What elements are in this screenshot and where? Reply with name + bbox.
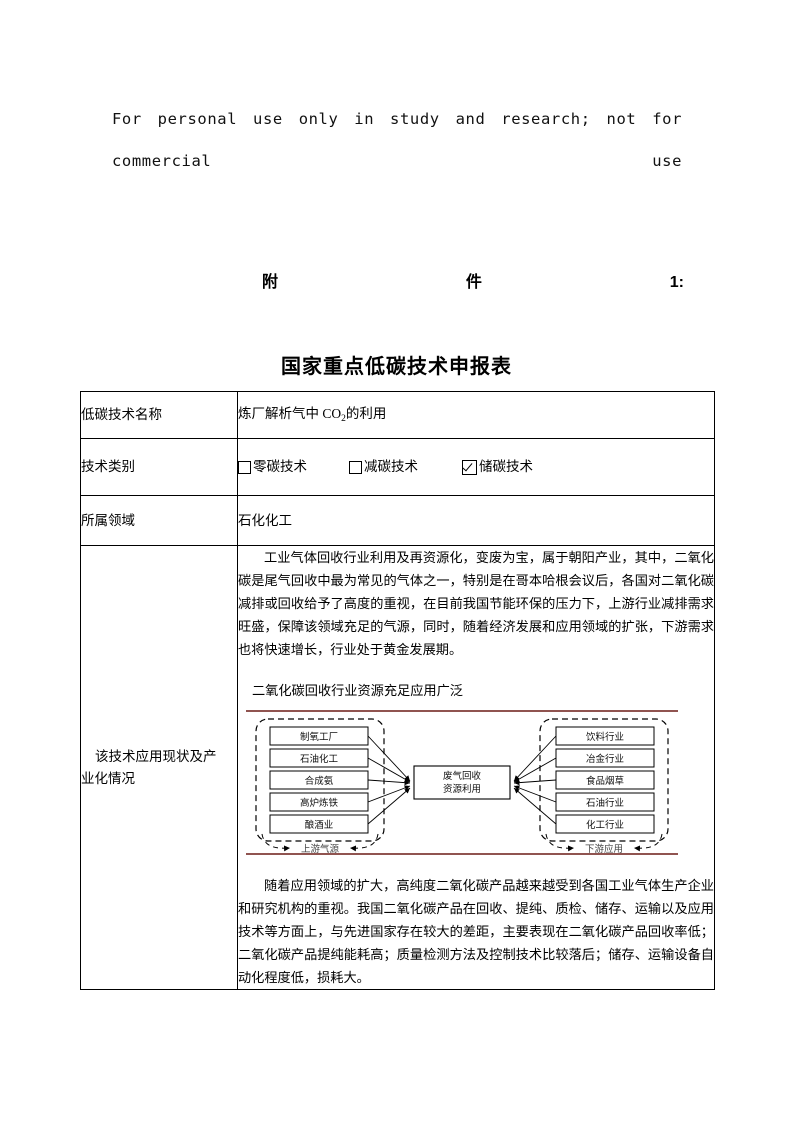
row-label-line-2: 业化情况 bbox=[81, 770, 135, 786]
attachment-label: 附件1: bbox=[262, 274, 684, 291]
usage-notice-line-2: commercial use bbox=[112, 152, 682, 170]
upstream-node-label: 高炉炼铁 bbox=[300, 797, 339, 809]
category-option-label: 零碳技术 bbox=[253, 459, 307, 474]
usage-notice-line-1: For personal use only in study and resea… bbox=[112, 110, 682, 128]
upstream-node-label: 酿酒业 bbox=[305, 819, 334, 831]
table-row: 技术类别 零碳技术 减碳技术 储碳技术 bbox=[80, 438, 715, 496]
category-option-reduce-carbon[interactable]: 减碳技术 bbox=[349, 456, 418, 478]
page-title: 国家重点低碳技术申报表 bbox=[281, 356, 512, 378]
category-option-zero-carbon[interactable]: 零碳技术 bbox=[238, 456, 307, 478]
checkbox-icon[interactable] bbox=[349, 460, 362, 474]
downstream-node-label: 石油行业 bbox=[586, 797, 624, 809]
row-label-application-status: 该技术应用现状及产 业化情况 bbox=[80, 545, 238, 990]
row-value-field: 石化化工 bbox=[237, 495, 715, 546]
upstream-node-label: 合成氨 bbox=[305, 775, 334, 787]
tech-name-prefix: 炼厂解析气中 CO bbox=[238, 406, 342, 421]
downstream-node-label: 饮料行业 bbox=[586, 731, 624, 743]
row-value-tech-name: 炼厂解析气中 CO2的利用 bbox=[237, 391, 715, 439]
table-row: 低碳技术名称 炼厂解析气中 CO2的利用 bbox=[80, 391, 715, 439]
tech-name-suffix: 的利用 bbox=[345, 406, 387, 421]
row-label-field: 所属领域 bbox=[80, 495, 238, 546]
category-option-label: 减碳技术 bbox=[364, 459, 418, 474]
checkbox-icon[interactable] bbox=[238, 460, 251, 474]
downstream-node: 石油行业 bbox=[555, 792, 655, 812]
category-checkbox-group: 零碳技术 减碳技术 储碳技术 bbox=[238, 456, 714, 478]
downstream-node: 化工行业 bbox=[555, 814, 655, 834]
usage-notice: For personal use only in study and resea… bbox=[112, 100, 682, 180]
downstream-group-label: 下游应用 bbox=[585, 843, 623, 855]
row-label-category: 技术类别 bbox=[80, 438, 238, 496]
upstream-node: 合成氨 bbox=[269, 770, 369, 790]
upstream-pointer-right bbox=[349, 833, 379, 852]
center-node-label-line-1: 废气回收 bbox=[443, 770, 482, 782]
downstream-node-label: 化工行业 bbox=[586, 819, 624, 831]
table-row: 该技术应用现状及产 业化情况 工业气体回收行业利用及再资源化，变废为宝，属于朝阳… bbox=[80, 545, 715, 990]
category-option-store-carbon[interactable]: 储碳技术 bbox=[462, 456, 533, 478]
table-row: 所属领域 石化化工 bbox=[80, 495, 715, 546]
category-option-label: 储碳技术 bbox=[479, 459, 533, 474]
row-value-category: 零碳技术 减碳技术 储碳技术 bbox=[237, 438, 715, 496]
downstream-node-label: 食品烟草 bbox=[586, 775, 624, 787]
center-node-label-line-2: 资源利用 bbox=[443, 783, 481, 795]
upstream-node-label: 制氧工厂 bbox=[300, 731, 338, 743]
upstream-node: 制氧工厂 bbox=[269, 726, 369, 746]
downstream-node: 饮料行业 bbox=[555, 726, 655, 746]
tech-name-subscript: 2 bbox=[341, 413, 346, 424]
upstream-node-label: 石油化工 bbox=[300, 753, 339, 765]
downstream-node-label: 冶金行业 bbox=[586, 753, 624, 765]
content-subheading: 二氧化碳回收行业资源充足应用广泛 bbox=[252, 683, 463, 698]
upstream-group-label: 上游气源 bbox=[301, 843, 340, 855]
row-label-tech-name: 低碳技术名称 bbox=[80, 391, 238, 439]
content-paragraph-2: 随着应用领域的扩大，高纯度二氧化碳产品越来越受到各国工业气体生产企业和研究机构的… bbox=[238, 878, 714, 985]
row-value-application-status: 工业气体回收行业利用及再资源化，变废为宝，属于朝阳产业，其中，二氧化碳是尾气回收… bbox=[237, 545, 715, 990]
checkbox-checked-icon[interactable] bbox=[462, 459, 477, 475]
co2-value-chain-diagram: 制氧工厂 石油化工 合成氨 高炉炼铁 酿酒业 饮料行业 冶金行业 食品烟草 石油… bbox=[238, 708, 714, 860]
content-paragraph-1: 工业气体回收行业利用及再资源化，变废为宝，属于朝阳产业，其中，二氧化碳是尾气回收… bbox=[238, 550, 714, 657]
row-label-line-1: 该技术应用现状及产 bbox=[95, 748, 217, 764]
center-node: 废气回收 资源利用 bbox=[413, 765, 511, 800]
upstream-node: 酿酒业 bbox=[269, 814, 369, 834]
downstream-node: 食品烟草 bbox=[555, 770, 655, 790]
upstream-node: 高炉炼铁 bbox=[269, 792, 369, 812]
downstream-node: 冶金行业 bbox=[555, 748, 655, 768]
downstream-pointer-right bbox=[633, 833, 663, 852]
upstream-node: 石油化工 bbox=[269, 748, 369, 768]
application-form-table: 低碳技术名称 炼厂解析气中 CO2的利用 技术类别 零碳技术 减碳技术 储碳技术… bbox=[80, 391, 715, 990]
